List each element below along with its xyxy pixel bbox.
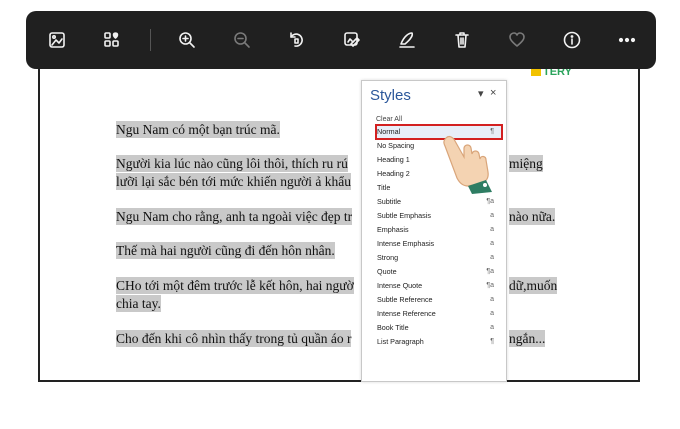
add-to-album-icon[interactable] [100,28,124,52]
delete-icon[interactable] [450,28,474,52]
zoom-in-icon[interactable] [175,28,199,52]
style-item[interactable]: Intense Quote ¶a [376,279,502,293]
doc-line-6b: dữ,muốn [509,277,558,294]
doc-line-6: CHo tới một đêm trước lễ kết hôn, hai ng… [116,277,354,294]
style-item[interactable]: Intense Reference a [376,307,502,321]
style-item[interactable]: Subtitle ¶a [376,195,502,209]
style-item[interactable]: Subtle Reference a [376,293,502,307]
style-item[interactable]: Quote ¶a [376,265,502,279]
doc-line-7: chia tay. [116,295,161,312]
styles-pane-title: Styles [370,87,411,104]
style-item[interactable]: Book Title a [376,321,502,335]
doc-line-5: Thế mà hai người cũng đi đến hôn nhân. [116,242,335,259]
image-icon[interactable] [45,28,69,52]
doc-line-1: Ngu Nam có một bạn trúc mã. [116,121,280,138]
style-item[interactable]: Emphasis a [376,223,502,237]
doc-line-2: Người kia lúc nào cũng lôi thôi, thích r… [116,155,348,172]
edit-image-icon[interactable] [340,28,364,52]
doc-line-8: Cho đến khi cô nhìn thấy trong tủ quần á… [116,330,352,347]
close-icon[interactable]: × [490,87,496,99]
style-item[interactable]: Strong a [376,251,502,265]
style-item[interactable]: Intense Emphasis a [376,237,502,251]
doc-line-4b: nào nữa. [509,208,556,225]
info-icon[interactable] [560,28,584,52]
toolbar-divider [150,29,151,51]
style-item[interactable]: Subtle Emphasis a [376,209,502,223]
draw-icon[interactable] [395,28,419,52]
doc-line-8b: ngắn... [509,330,546,347]
doc-line-3: lưỡi lại sắc bén tới mức khiến người ả k… [116,173,351,190]
doc-line-4: Ngu Nam cho rằng, anh ta ngoài việc đẹp … [116,208,353,225]
clear-all[interactable]: Clear All [376,115,502,125]
style-item[interactable]: List Paragraph ¶ [376,335,502,349]
styles-pane: Styles ▾ × Clear All Normal ¶ No Spacing … [361,80,507,382]
doc-line-2b: miệng [509,155,543,172]
chevron-down-icon[interactable]: ▾ [478,87,484,100]
zoom-out-icon[interactable] [230,28,254,52]
favorite-icon[interactable] [505,28,529,52]
viewer-toolbar [26,11,656,69]
rotate-icon[interactable] [284,28,308,52]
pointing-hand-icon [443,135,492,194]
more-options-icon[interactable] [615,28,639,52]
